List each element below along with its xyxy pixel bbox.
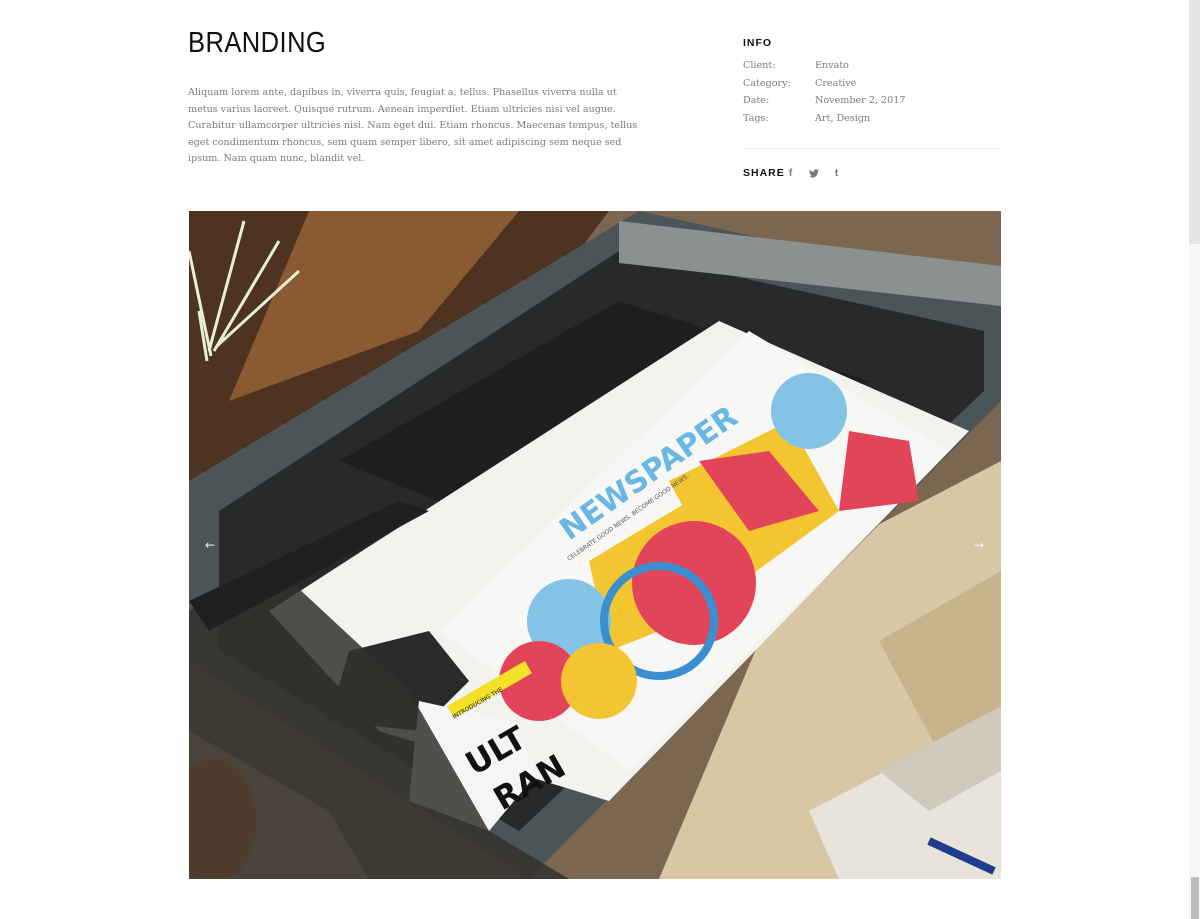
tumblr-icon[interactable]: t bbox=[830, 166, 843, 180]
share-icons: f t bbox=[784, 166, 843, 180]
info-value: Creative bbox=[815, 77, 857, 89]
project-photo: NEWSPAPER CELEBRATE GOOD NEWS. BECOME GO… bbox=[189, 211, 1001, 879]
info-key: Client: bbox=[743, 60, 776, 71]
twitter-icon[interactable] bbox=[807, 166, 820, 180]
info-list: Client: Envato Category: Creative Date: Nov… bbox=[743, 60, 905, 130]
scrollbar-marker bbox=[1191, 877, 1199, 919]
info-value: Envato bbox=[815, 60, 849, 71]
project-gallery[interactable]: NEWSPAPER CELEBRATE GOOD NEWS. BECOME GO… bbox=[189, 211, 1001, 879]
info-key: Date: bbox=[743, 95, 770, 106]
facebook-icon[interactable]: f bbox=[784, 166, 797, 180]
info-row-client: Client: Envato bbox=[743, 60, 905, 78]
info-value: Art, Design bbox=[815, 112, 871, 124]
gallery-prev-arrow[interactable]: ← bbox=[201, 536, 219, 554]
gallery-next-arrow[interactable]: → bbox=[970, 536, 988, 554]
divider bbox=[743, 148, 1001, 149]
info-row-category: Category: Creative bbox=[743, 78, 905, 96]
share-label: SHARE bbox=[743, 167, 785, 179]
info-heading: INFO bbox=[743, 37, 773, 49]
info-row-date: Date: November 2, 2017 bbox=[743, 95, 905, 113]
info-value: November 2, 2017 bbox=[815, 95, 906, 106]
page-title: BRANDING bbox=[188, 27, 327, 59]
info-row-tags: Tags: Art, Design bbox=[743, 113, 905, 131]
info-key: Category: bbox=[743, 77, 791, 89]
project-description: Aliquam lorem ante, dapibus in, viverra … bbox=[188, 87, 638, 164]
scrollbar-thumb[interactable] bbox=[1189, 0, 1200, 244]
info-key: Tags: bbox=[743, 112, 769, 124]
